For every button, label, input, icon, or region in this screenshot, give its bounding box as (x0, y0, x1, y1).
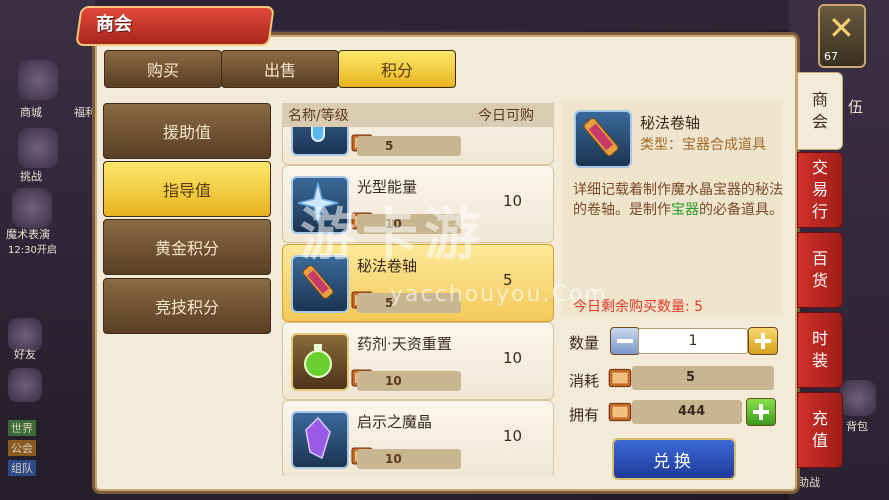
side-tab-gold[interactable]: 黄金积分 (103, 219, 271, 275)
detail-name: 秘法卷轴 (640, 114, 701, 132)
vtab-trade[interactable]: 交 易 行 (797, 152, 843, 228)
vtab-recharge[interactable]: 充 值 (797, 392, 843, 468)
list-item[interactable]: 启示之魔晶 10 10 (282, 400, 554, 476)
list-item[interactable]: 药剂·天资重置 10 10 (282, 322, 554, 400)
shop-hud-label: 商城 (20, 106, 42, 119)
cost-label: 消耗 (569, 372, 600, 390)
detail-highlight: 宝器 (671, 202, 699, 218)
side-tab-arena[interactable]: 竞技积分 (103, 278, 271, 334)
plus-button[interactable] (748, 327, 778, 355)
cost-value: 5 (686, 370, 696, 385)
purple-crystal-icon (291, 411, 349, 469)
challenge-hud-label: 挑战 (20, 170, 42, 183)
vtab-fashion[interactable]: 时 装 (797, 312, 843, 388)
plus-icon (753, 404, 769, 420)
own-label: 拥有 (569, 406, 600, 424)
item-limit: 10 (503, 349, 523, 367)
help-battle-label: 助战 (798, 476, 820, 489)
vtab-store[interactable]: 百 货 (797, 232, 843, 308)
magic-show-icon[interactable] (12, 188, 52, 228)
vtab-chamber[interactable]: 商 会 (797, 72, 843, 150)
plus-icon (755, 333, 771, 349)
item-name: 药剂·天资重置 (357, 335, 452, 353)
team-hud-label: 伍 (848, 98, 864, 116)
item-name: 启示之魔晶 (357, 413, 433, 431)
potion-blue-icon (291, 127, 349, 156)
list-header-count: 今日可购 (478, 108, 534, 124)
close-icon: ✕ (828, 9, 855, 47)
player-level: 67 (824, 50, 838, 63)
cost-bar (632, 366, 774, 390)
magic-show-time: 12:30开启 (8, 245, 57, 256)
chat-channel-world[interactable]: 世界 (8, 420, 36, 436)
tab-points[interactable]: 积分 (338, 50, 456, 88)
tab-buy[interactable]: 购买 (104, 50, 222, 88)
close-button[interactable]: ✕ 67 (818, 4, 866, 68)
side-tab-aid[interactable]: 援助值 (103, 103, 271, 159)
detail-description: 详细记载着制作魔水晶宝器的秘法的卷轴。是制作宝器的必备道具。 (573, 182, 783, 218)
own-value: 444 (678, 404, 706, 419)
qty-label: 数量 (569, 334, 600, 352)
chat-channel-team[interactable]: 组队 (8, 460, 36, 476)
tab-sell[interactable]: 出售 (221, 50, 339, 88)
panel-title: 商会 (96, 14, 132, 35)
exchange-button[interactable]: 兑换 (612, 438, 736, 480)
cost-bar (357, 449, 461, 469)
detail-type: 类型：宝器合成道具 (640, 137, 766, 153)
watermark-text: 游卡游 (300, 203, 486, 268)
cost-bar (357, 136, 461, 156)
item-cost: 10 (385, 374, 402, 388)
add-currency-button[interactable] (746, 398, 776, 426)
list-item[interactable]: 5 10 (282, 127, 554, 165)
item-cost: 5 (385, 139, 394, 153)
list-header-name: 名称/等级 (288, 108, 349, 124)
watermark-url: yacchouyou.Com (390, 282, 608, 307)
cost-bar (357, 371, 461, 391)
detail-scroll-icon (574, 110, 632, 168)
minus-icon (617, 339, 633, 343)
magic-show-label: 魔术表演 (6, 228, 50, 241)
friends-hud-label: 好友 (14, 348, 36, 361)
challenge-hud-icon[interactable] (18, 128, 58, 168)
quantity-input[interactable]: 1 (638, 328, 748, 354)
bag-hud-label: 背包 (846, 420, 868, 433)
book-currency-icon (608, 402, 632, 422)
chat-bubble-icon[interactable] (8, 368, 42, 402)
bag-hud-icon[interactable] (840, 380, 876, 416)
book-currency-icon (608, 368, 632, 388)
item-limit: 10 (503, 427, 523, 445)
minus-button[interactable] (610, 327, 640, 355)
chat-channel-guild[interactable]: 公会 (8, 440, 36, 456)
side-tab-guidance[interactable]: 指导值 (103, 161, 271, 217)
potion-green-icon (291, 333, 349, 391)
shop-hud-icon[interactable] (18, 60, 58, 100)
item-limit: 10 (503, 192, 523, 210)
item-cost: 10 (385, 452, 402, 466)
